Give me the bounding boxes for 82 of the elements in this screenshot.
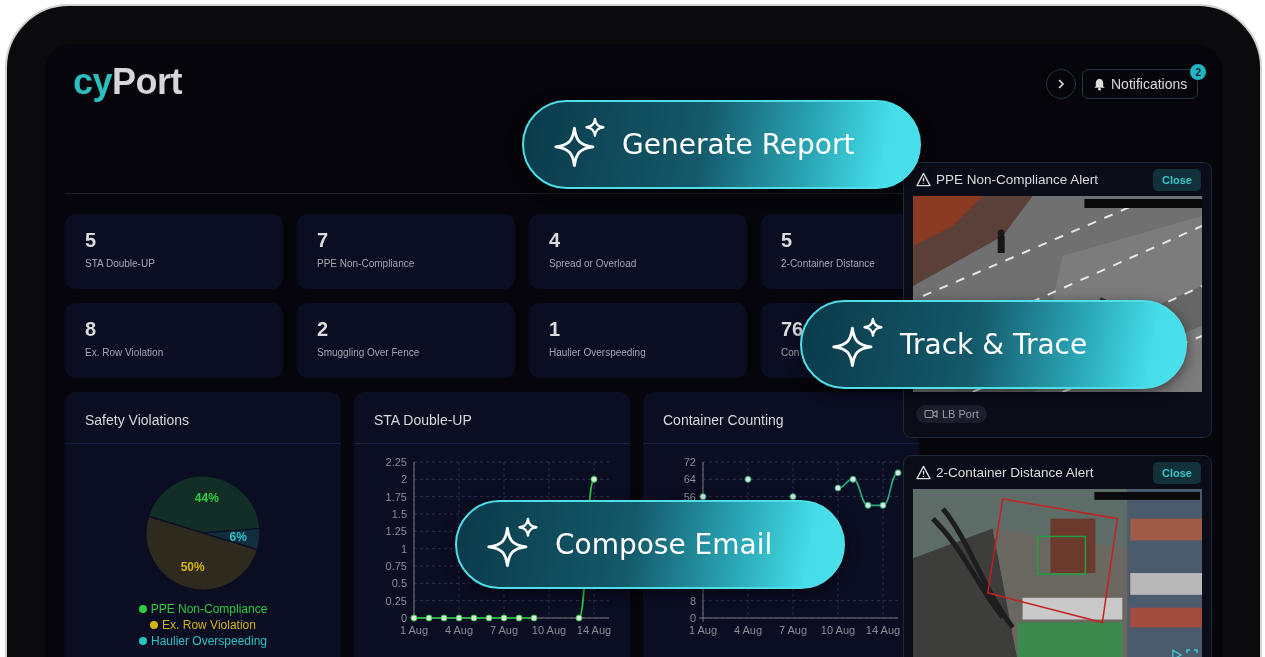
data-point bbox=[425, 614, 433, 622]
stat-value: 5 bbox=[85, 229, 98, 252]
axis-label: 1 Aug bbox=[688, 624, 718, 636]
axis-label: 72 bbox=[683, 456, 696, 468]
data-point bbox=[530, 614, 538, 622]
axis-label: 1.75 bbox=[385, 490, 407, 503]
logo: cyPort bbox=[73, 61, 183, 103]
axis-label: 64 bbox=[683, 473, 696, 486]
axis-label: 7 Aug bbox=[778, 624, 808, 636]
axis-label: 1 Aug bbox=[399, 624, 429, 636]
data-point bbox=[699, 493, 707, 501]
stat-label: Haulier Overspeeding bbox=[549, 347, 647, 358]
data-point bbox=[410, 614, 418, 622]
action-button[interactable]: Compose Email bbox=[455, 500, 845, 589]
axis-label: 0 bbox=[400, 612, 407, 624]
legend-label: Haulier Overspeeding bbox=[150, 634, 268, 648]
action-button[interactable]: Generate Report bbox=[522, 100, 921, 189]
stat-value: 4 bbox=[549, 229, 562, 252]
close-button[interactable]: Close bbox=[1153, 461, 1201, 484]
axis-label: 0.25 bbox=[385, 594, 407, 607]
alert-title: 2-Container Distance Alert bbox=[936, 465, 1094, 480]
camera-tag: LB Port bbox=[916, 405, 987, 423]
axis-label: 14 Aug bbox=[865, 624, 901, 636]
axis-label: 14 Aug bbox=[576, 624, 612, 636]
axis-label: 4 Aug bbox=[733, 624, 763, 636]
chart-title: Container Counting bbox=[663, 412, 784, 428]
slice-label: 6% bbox=[229, 529, 247, 544]
axis-label: 4 Aug bbox=[444, 624, 474, 636]
chart-title: Safety Violations bbox=[85, 412, 190, 428]
data-point bbox=[879, 501, 887, 509]
stat-label: Ex. Row Violation bbox=[85, 347, 165, 358]
axis-label: 8 bbox=[689, 594, 696, 607]
stat-label: 2-Container Distance bbox=[781, 258, 876, 269]
warning-icon bbox=[916, 172, 931, 187]
axis-label: 1.5 bbox=[391, 508, 407, 520]
legend-label: PPE Non-Compliance bbox=[150, 602, 268, 616]
stat-label: Spread or Overload bbox=[549, 258, 638, 269]
stat-label: Con bbox=[781, 347, 801, 358]
expand-button[interactable] bbox=[1046, 69, 1076, 99]
data-point bbox=[485, 614, 493, 622]
close-button[interactable]: Close bbox=[1153, 168, 1201, 191]
warning-icon bbox=[916, 465, 931, 480]
data-point bbox=[894, 469, 902, 477]
notification-badge: 2 bbox=[1190, 64, 1207, 80]
data-point bbox=[864, 501, 872, 509]
alert-title: PPE Non-Compliance Alert bbox=[936, 172, 1099, 187]
legend-label: Ex. Row Violation bbox=[162, 618, 256, 632]
axis-label: 0.75 bbox=[385, 560, 407, 572]
data-point bbox=[834, 484, 842, 492]
data-point bbox=[500, 614, 508, 622]
axis-label: 0.5 bbox=[391, 577, 407, 590]
camera-icon bbox=[924, 409, 938, 419]
stat-value: 5 bbox=[781, 229, 794, 252]
stat-value: 1 bbox=[549, 318, 562, 341]
chart-title: STA Double-UP bbox=[374, 412, 472, 428]
data-point bbox=[575, 614, 583, 622]
slice-label: 44% bbox=[194, 490, 219, 505]
slice-label: 50% bbox=[180, 559, 205, 574]
data-point bbox=[849, 475, 857, 483]
axis-label: 7 Aug bbox=[489, 624, 519, 636]
chevron-right-icon bbox=[1055, 78, 1067, 90]
axis-label: 2.25 bbox=[385, 456, 407, 468]
data-point bbox=[440, 614, 448, 622]
stat-value: 2 bbox=[317, 318, 330, 341]
data-point bbox=[789, 493, 797, 501]
data-point bbox=[470, 614, 478, 622]
stat-label: STA Double-UP bbox=[85, 258, 156, 269]
stat-label: PPE Non-Compliance bbox=[317, 258, 416, 269]
data-point bbox=[455, 614, 463, 622]
stat-value: 7 bbox=[317, 229, 330, 252]
axis-label: 0 bbox=[689, 612, 696, 624]
data-point bbox=[744, 475, 752, 483]
stat-label: Smuggling Over Fence bbox=[317, 347, 421, 358]
axis-label: 10 Aug bbox=[531, 624, 567, 636]
bell-icon bbox=[1093, 77, 1106, 91]
stat-value: 8 bbox=[85, 318, 98, 341]
data-point bbox=[590, 475, 598, 483]
data-point bbox=[515, 614, 523, 622]
axis-label: 10 Aug bbox=[820, 624, 856, 636]
axis-label: 1 bbox=[400, 542, 407, 555]
axis-label: 1.25 bbox=[385, 525, 407, 538]
axis-label: 2 bbox=[400, 473, 407, 486]
